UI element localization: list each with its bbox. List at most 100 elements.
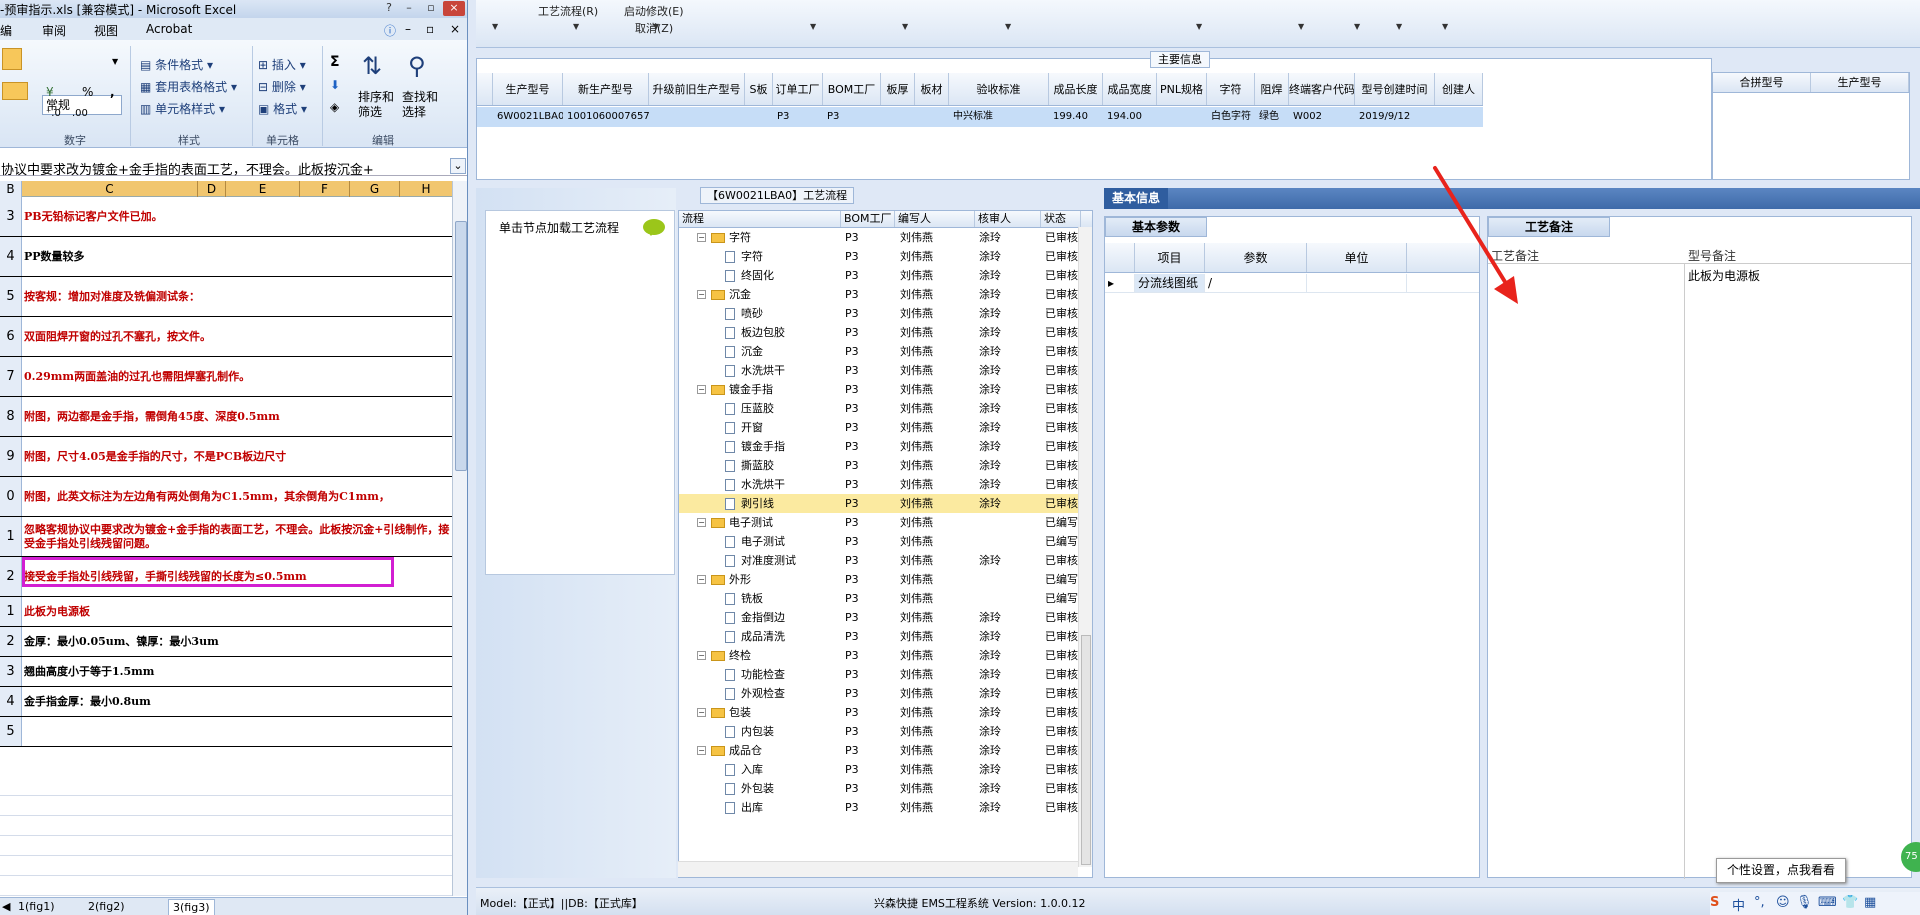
- tab-basic-params[interactable]: 基本参数: [1105, 217, 1208, 237]
- tree-node-step[interactable]: 沉金 P3 刘伟燕 涂玲 已审核: [679, 342, 1079, 361]
- close-icon[interactable]: ×: [443, 1, 465, 16]
- tree-node-group[interactable]: − 终检 P3 刘伟燕 涂玲 已审核: [679, 646, 1079, 665]
- formula-bar[interactable]: 协议中要求改为镀金+金手指的表面工艺，不理会。此板按沉金+ ⌄: [0, 158, 467, 178]
- dropdown-arrow-icon[interactable]: ▼: [810, 22, 816, 31]
- col-unit[interactable]: 单位: [1307, 243, 1407, 272]
- collapse-icon[interactable]: −: [697, 233, 706, 242]
- ribbon-close-icon[interactable]: ×: [450, 22, 460, 36]
- grid-col-header[interactable]: 字符: [1207, 73, 1255, 105]
- sheet-cell-c[interactable]: 双面阻焊开窗的过孔不塞孔，按文件。: [22, 317, 452, 356]
- tree-node-group[interactable]: − 成品仓 P3 刘伟燕 涂玲 已审核: [679, 741, 1079, 760]
- sheet-row[interactable]: 6 双面阻焊开窗的过孔不塞孔，按文件。: [0, 317, 452, 357]
- toolbox-icon[interactable]: ▦: [1864, 895, 1876, 910]
- grid-col-header[interactable]: S板: [745, 73, 773, 105]
- punctuation-icon[interactable]: °,: [1754, 895, 1765, 910]
- tree-node-step[interactable]: 终固化 P3 刘伟燕 涂玲 已审核: [679, 266, 1079, 285]
- tab-view[interactable]: 视图: [94, 22, 118, 39]
- conditional-format-button[interactable]: ▤ 条件格式 ▾: [140, 56, 213, 73]
- grid-cell[interactable]: P3: [823, 107, 881, 127]
- col-reviewer[interactable]: 核审人: [975, 211, 1041, 227]
- param-row[interactable]: ▸ 分流线图纸 /: [1105, 274, 1479, 293]
- row-number[interactable]: 9: [0, 437, 22, 476]
- grid-col-header[interactable]: 验收标准: [949, 73, 1049, 105]
- dropdown-arrow-icon[interactable]: ▼: [573, 22, 579, 31]
- menu-process-flow[interactable]: 工艺流程(R): [538, 3, 598, 19]
- sheet-cell-c[interactable]: PB无铅标记客户文件已加。: [22, 197, 452, 236]
- row-number[interactable]: 1: [0, 597, 22, 626]
- tree-node-step[interactable]: 开窗 P3 刘伟燕 涂玲 已审核: [679, 418, 1079, 437]
- grid-col-header[interactable]: 成品宽度: [1103, 73, 1157, 105]
- row-number[interactable]: 1: [0, 517, 22, 556]
- fill-icon[interactable]: ⬇: [330, 78, 340, 92]
- tree-node-step[interactable]: 撕蓝胶 P3 刘伟燕 涂玲 已审核: [679, 456, 1079, 475]
- collapse-icon[interactable]: −: [697, 708, 706, 717]
- grid-cell[interactable]: P3: [773, 107, 823, 127]
- sheet-cell-c[interactable]: 翘曲高度小于等于1.5mm: [22, 657, 452, 686]
- tab-process-remark[interactable]: 工艺备注: [1488, 217, 1611, 237]
- sheet-tab-fig3[interactable]: 3(fig3): [168, 899, 215, 915]
- grid-col-header[interactable]: 终端客户代码: [1289, 73, 1355, 105]
- dropdown-arrow-icon[interactable]: ▼: [1354, 22, 1360, 31]
- grid-cell[interactable]: [1157, 107, 1207, 127]
- sheet-row[interactable]: 4 PP数量较多: [0, 237, 452, 277]
- maximize-icon[interactable]: ▫: [420, 1, 442, 16]
- ime-chinese-mode[interactable]: 中: [1732, 895, 1745, 914]
- format-button[interactable]: ▣ 格式 ▾: [258, 100, 307, 117]
- param-value-cell[interactable]: /: [1205, 274, 1307, 292]
- collapse-icon[interactable]: −: [697, 746, 706, 755]
- collapse-icon[interactable]: −: [697, 651, 706, 660]
- row-number[interactable]: 7: [0, 357, 22, 396]
- grid-col-header[interactable]: 板材: [915, 73, 949, 105]
- sheet-row[interactable]: 0 附图，此英文标注为左边角有两处倒角为C1.5mm，其余倒角为C1mm，: [0, 477, 452, 517]
- sheet-cell-c[interactable]: 金厚：最小0.05um、镍厚：最小3um: [22, 627, 452, 656]
- cell-style-button[interactable]: ▥ 单元格样式 ▾: [140, 100, 225, 117]
- dropdown-arrow-icon[interactable]: ▼: [492, 22, 498, 31]
- tree-node-step[interactable]: 入库 P3 刘伟燕 涂玲 已审核: [679, 760, 1079, 779]
- row-number[interactable]: 5: [0, 717, 22, 746]
- dropdown-arrow-icon[interactable]: ▼: [1005, 22, 1011, 31]
- sheet-cell-c[interactable]: [22, 717, 452, 746]
- tab-acrobat[interactable]: Acrobat: [146, 22, 192, 36]
- sheet-nav-prev[interactable]: ◀: [2, 899, 10, 914]
- increase-decimal-icon[interactable]: ⁺.0: [46, 108, 61, 119]
- sheet-cell-c[interactable]: 附图，尺寸4.05是金手指的尺寸，不是PCB板边尺寸: [22, 437, 452, 476]
- tree-node-step[interactable]: 镀金手指 P3 刘伟燕 涂玲 已审核: [679, 437, 1079, 456]
- paste-icon[interactable]: [2, 48, 22, 70]
- sheet-row[interactable]: 3 PB无铅标记客户文件已加。: [0, 197, 452, 237]
- empty-grid[interactable]: [0, 795, 452, 900]
- tree-node-step[interactable]: 电子测试 P3 刘伟燕 已编写: [679, 532, 1079, 551]
- grid-col-header[interactable]: BOM工厂: [823, 73, 881, 105]
- row-number[interactable]: 2: [0, 627, 22, 656]
- col-combined-model[interactable]: 合拼型号: [1713, 73, 1811, 92]
- tree-node-step[interactable]: 铣板 P3 刘伟燕 已编写: [679, 589, 1079, 608]
- sheet-cell-c[interactable]: 0.29mm两面盖油的过孔也需阻焊塞孔制作。: [22, 357, 452, 396]
- grid-col-header[interactable]: 型号创建时间: [1355, 73, 1435, 105]
- param-item-cell[interactable]: 分流线图纸: [1135, 274, 1205, 292]
- tree-node-group[interactable]: − 字符 P3 刘伟燕 涂玲 已审核: [679, 228, 1079, 247]
- tree-node-step[interactable]: 水洗烘干 P3 刘伟燕 涂玲 已审核: [679, 475, 1079, 494]
- col-header-c[interactable]: C: [22, 181, 198, 197]
- grid-col-header[interactable]: 订单工厂: [773, 73, 823, 105]
- grid-cell[interactable]: 194.00: [1103, 107, 1157, 127]
- dropdown-arrow-icon[interactable]: ▼: [653, 22, 659, 31]
- grid-col-header[interactable]: 生产型号: [493, 73, 563, 105]
- grid-cell[interactable]: [745, 107, 773, 127]
- grid-cell[interactable]: 10010600076576: [563, 107, 649, 127]
- find-select-button[interactable]: 查找和 选择: [402, 90, 438, 120]
- dropdown-arrow-icon[interactable]: ▼: [902, 22, 908, 31]
- row-number[interactable]: 3: [0, 657, 22, 686]
- sheet-cell-c[interactable]: 金手指金厚：最小0.8um: [22, 687, 452, 716]
- grid-cell[interactable]: W002: [1289, 107, 1355, 127]
- sheet-tab-fig1[interactable]: 1(fig1): [18, 899, 55, 914]
- tree-node-group[interactable]: − 包装 P3 刘伟燕 涂玲 已审核: [679, 703, 1079, 722]
- grid-col-header[interactable]: 升级前旧生产型号: [649, 73, 745, 105]
- grid-cell[interactable]: [1435, 107, 1483, 127]
- tree-node-step[interactable]: 功能检查 P3 刘伟燕 涂玲 已审核: [679, 665, 1079, 684]
- tab-edit[interactable]: 编: [0, 22, 12, 39]
- tree-node-step[interactable]: 成品清洗 P3 刘伟燕 涂玲 已审核: [679, 627, 1079, 646]
- tree-node-step[interactable]: 压蓝胶 P3 刘伟燕 涂玲 已审核: [679, 399, 1079, 418]
- chevron-down-icon[interactable]: ▼: [112, 57, 118, 66]
- insert-button[interactable]: ⊞ 插入 ▾: [258, 56, 306, 73]
- dropdown-arrow-icon[interactable]: ▼: [1396, 22, 1402, 31]
- scroll-thumb[interactable]: [1081, 635, 1091, 865]
